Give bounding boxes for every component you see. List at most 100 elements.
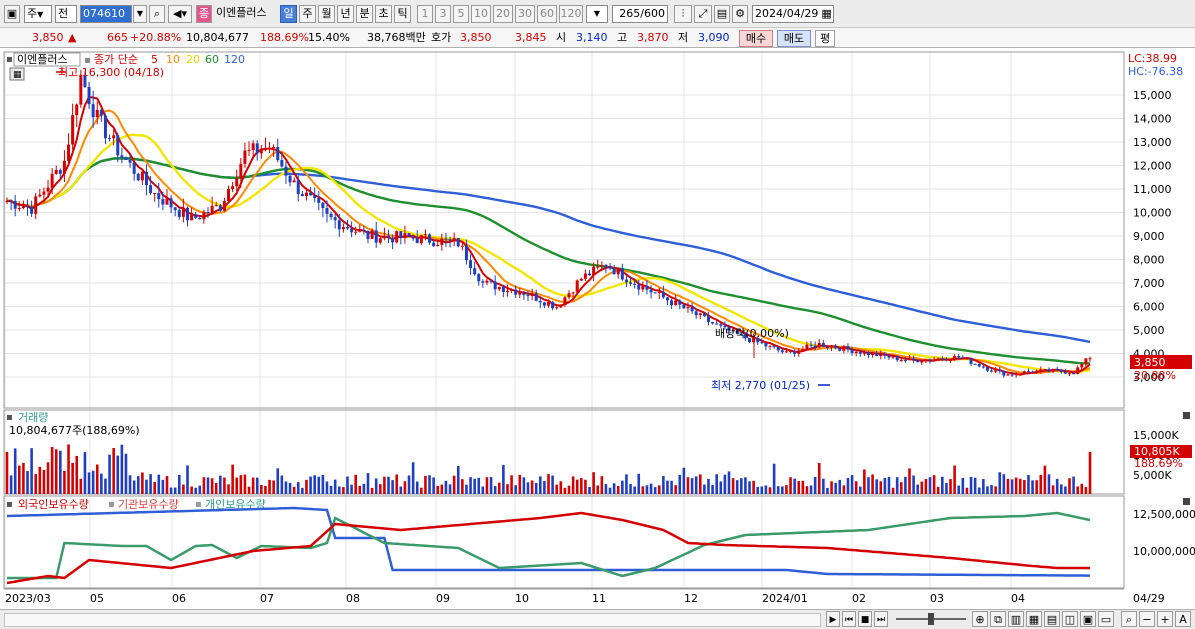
eval-button[interactable]: 평 [815, 30, 835, 47]
window-stack-icon[interactable]: ▣ [1080, 611, 1096, 627]
volume-bar [30, 448, 33, 494]
period-week-button[interactable]: 주 [299, 5, 316, 23]
scroll-track[interactable] [4, 613, 821, 627]
search-zoom-icon[interactable]: ⌕ [1121, 611, 1137, 627]
sell-button[interactable]: 매도 [777, 30, 811, 47]
code-dropdown-icon[interactable]: ▼ [133, 5, 147, 23]
volume-bar [13, 448, 17, 494]
candle-body [715, 323, 719, 325]
chart-type-icon[interactable]: ⫶ [674, 5, 692, 23]
rewind-icon[interactable]: ⏮ [842, 611, 856, 627]
buy-button-label: 매수 [745, 32, 767, 45]
stock-chart[interactable]: ▦ ▪ 이엔플러스 ▪ 종가 단순 5 10 20 60 120 최고 16,3… [0, 48, 1195, 609]
candle-body [912, 358, 916, 360]
zoom-slider-handle[interactable] [928, 613, 934, 625]
period-tick-button[interactable]: 틱 [394, 5, 411, 23]
stock-badge: 종 [196, 5, 212, 23]
indicator-menu-icon[interactable]: ▪ [84, 55, 91, 66]
draw-tool-icon[interactable]: ⤢ [694, 5, 712, 23]
chart-scroll-bar[interactable]: ▶ ⏮ ■ ⏭ ⊕ ⧉ ▥ ▦ ▤ ◫ ▣ ▭ ⌕ − + A [0, 609, 1195, 629]
individual-menu-icon[interactable]: ▪ [195, 499, 202, 510]
period-year-button[interactable]: 년 [337, 5, 354, 23]
candle-body [227, 188, 231, 201]
interval-1-button[interactable]: 1 [417, 5, 433, 23]
volume-bar [735, 480, 739, 494]
high-label: 고 [617, 31, 628, 44]
volume-panel-close-icon[interactable] [1183, 412, 1190, 419]
institution-menu-icon[interactable]: ▪ [108, 499, 115, 510]
window-split-icon[interactable]: ▥ [1008, 611, 1024, 627]
stop-icon[interactable]: ■ [858, 611, 872, 627]
stock-code-input[interactable]: 074610 [80, 5, 132, 23]
candle-body [329, 213, 333, 218]
candle-body [21, 206, 25, 209]
volume-bar [1035, 480, 1038, 494]
price-tick-label: 5,000 [1133, 324, 1165, 337]
count-input[interactable]: 265/600 [612, 5, 668, 23]
period-second-button[interactable]: 초 [375, 5, 392, 23]
candle-body [936, 358, 940, 360]
interval-20-button[interactable]: 20 [493, 5, 513, 23]
date-input[interactable]: 2024/04/29 ▦ [752, 5, 834, 23]
save-icon[interactable]: ▤ [714, 5, 730, 23]
candle-body [965, 358, 969, 360]
calendar-icon[interactable]: ▦ [821, 7, 831, 20]
font-size-icon[interactable]: A [1175, 611, 1191, 627]
play-icon[interactable]: ⏭ [874, 611, 888, 627]
scroll-right-icon[interactable]: ▶ [826, 611, 840, 627]
period-day-button[interactable]: 일 [280, 5, 297, 23]
interval-dropdown[interactable]: ▼ [586, 5, 608, 23]
interval-120-button[interactable]: 120 [559, 5, 583, 23]
period-minute-button[interactable]: 분 [356, 5, 373, 23]
period-select[interactable]: 주▼ [24, 5, 52, 23]
interval-10-button[interactable]: 10 [471, 5, 491, 23]
window-tile-icon[interactable]: ▦ [1026, 611, 1042, 627]
volume-bar [1047, 474, 1051, 494]
window-grid-icon[interactable]: ▤ [1044, 611, 1060, 627]
candle-body [432, 242, 436, 247]
holding-panel-close-icon[interactable] [1183, 498, 1190, 505]
panel-menu-icon[interactable]: ▪ [6, 54, 13, 65]
gear-icon[interactable]: ⚙ [732, 5, 748, 23]
window-layout-icon[interactable]: ⧉ [990, 611, 1006, 627]
zoom-out-icon[interactable]: − [1139, 611, 1155, 627]
volume-menu-icon[interactable]: ▪ [6, 412, 13, 423]
search-icon[interactable]: ⌕ [149, 5, 165, 23]
volume-bar [580, 478, 583, 494]
interval-30-button[interactable]: 30 [515, 5, 535, 23]
interval-5-button[interactable]: 5 [453, 5, 469, 23]
candle-body [916, 359, 920, 363]
candle-body [378, 238, 382, 243]
zoom-plus-icon[interactable]: + [1157, 611, 1173, 627]
market-select[interactable]: 전 [55, 5, 77, 23]
volume-bar [1014, 477, 1018, 494]
window-cascade-icon[interactable]: ◫ [1062, 611, 1078, 627]
candle-body [247, 149, 251, 151]
candle-body [501, 286, 505, 292]
window-column-icon[interactable]: ▭ [1098, 611, 1114, 627]
speaker-icon[interactable]: ◀▾ [168, 5, 192, 23]
volume-bar [145, 479, 148, 494]
window-menu-icon[interactable]: ▣ [4, 5, 20, 23]
holding-menu-icon[interactable]: ▪ [6, 499, 13, 510]
candle-body [259, 150, 263, 154]
open-price: 3,140 [576, 31, 608, 44]
candle-body [895, 355, 899, 361]
price-tick-label: 6,000 [1133, 301, 1165, 314]
volume-bar [469, 477, 472, 494]
candle-body [579, 278, 583, 281]
candle-body [588, 273, 592, 276]
volume-bar [104, 478, 107, 494]
volume-bar [723, 474, 727, 494]
interval-60-button[interactable]: 60 [537, 5, 557, 23]
volume-bar [108, 454, 111, 494]
period-month-button[interactable]: 월 [318, 5, 335, 23]
zoom-in-icon[interactable]: ⊕ [972, 611, 988, 627]
volume-bar [223, 477, 226, 494]
period-select-value: 주 [27, 7, 38, 20]
buy-button[interactable]: 매수 [739, 30, 773, 47]
volume-bar [292, 486, 296, 494]
x-axis-label: 2023/03 [5, 592, 51, 605]
interval-3-button[interactable]: 3 [435, 5, 451, 23]
volume-bar [928, 477, 932, 494]
